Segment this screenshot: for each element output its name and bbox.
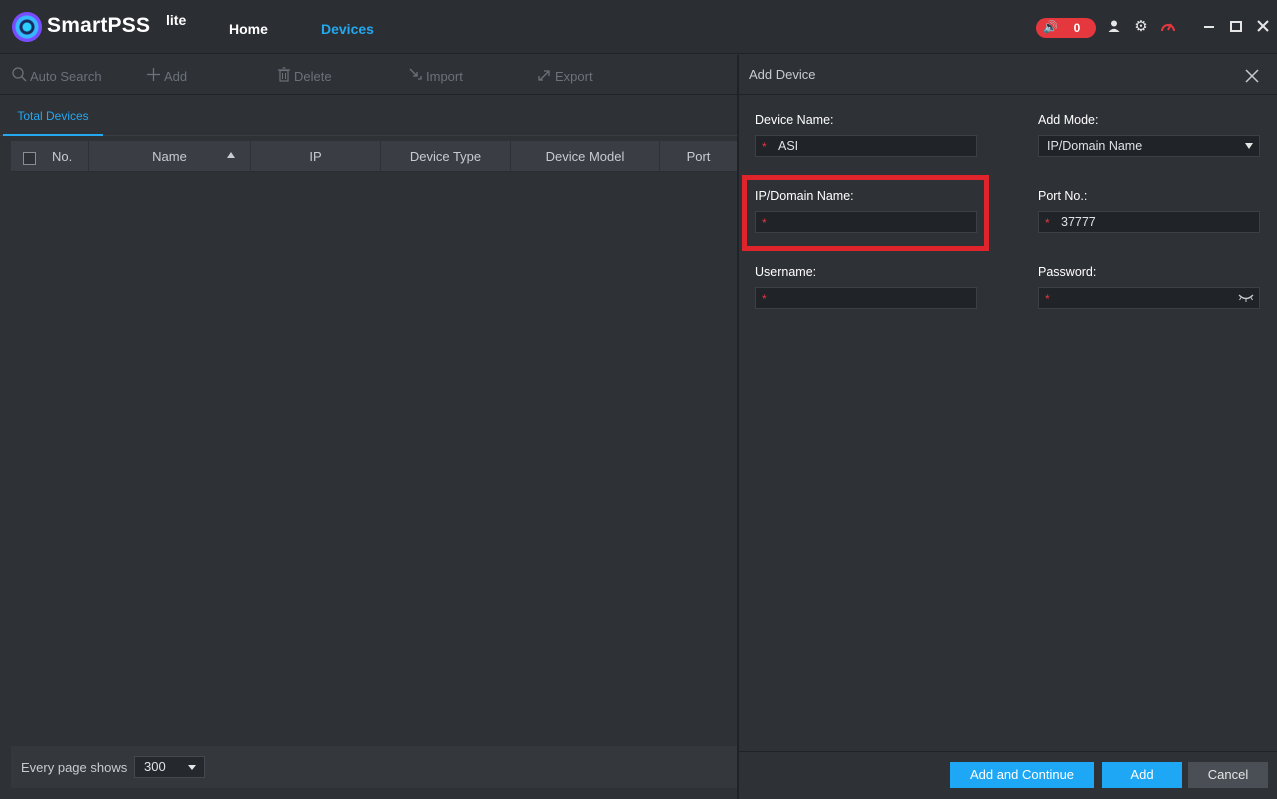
required-mark: * bbox=[762, 292, 767, 306]
delete-button[interactable]: Delete bbox=[277, 67, 332, 85]
plus-icon bbox=[146, 67, 161, 85]
maximize-icon[interactable] bbox=[1228, 19, 1244, 35]
column-ip[interactable]: IP bbox=[251, 141, 381, 172]
column-name-label: Name bbox=[152, 149, 187, 164]
required-mark: * bbox=[762, 216, 767, 230]
add-device-title: Add Device bbox=[749, 67, 816, 82]
add-device-header: Add Device bbox=[739, 55, 1277, 95]
import-icon bbox=[408, 67, 423, 85]
page-size-select[interactable]: 300 bbox=[134, 756, 205, 778]
cancel-button[interactable]: Cancel bbox=[1188, 762, 1268, 788]
auto-search-label: Auto Search bbox=[30, 68, 102, 84]
column-no: No. bbox=[52, 149, 73, 164]
pagination-footer: Every page shows 300 bbox=[11, 746, 737, 788]
close-window-icon[interactable] bbox=[1255, 19, 1271, 35]
add-mode-label: Add Mode: bbox=[1038, 113, 1099, 127]
chevron-down-icon bbox=[188, 765, 196, 770]
title-bar: SmartPSS lite Home Devices 🔊 0 ⚙ bbox=[0, 0, 1277, 54]
add-label: Add bbox=[164, 68, 188, 84]
username-field[interactable]: * bbox=[755, 287, 977, 309]
column-device-type[interactable]: Device Type bbox=[381, 141, 511, 172]
device-name-value: ASI bbox=[778, 139, 799, 153]
column-device-model[interactable]: Device Model bbox=[511, 141, 660, 172]
tab-total-devices[interactable]: Total Devices bbox=[3, 96, 103, 136]
device-toolbar: Auto Search Add Delete Import Export bbox=[0, 55, 737, 95]
add-button-confirm[interactable]: Add bbox=[1102, 762, 1182, 788]
alarm-count: 0 bbox=[1073, 21, 1081, 35]
port-field[interactable]: * 37777 bbox=[1038, 211, 1260, 233]
required-mark: * bbox=[1045, 216, 1050, 230]
import-label: Import bbox=[426, 68, 463, 84]
nav-devices[interactable]: Devices bbox=[321, 21, 374, 37]
password-label: Password: bbox=[1038, 265, 1097, 279]
export-label: Export bbox=[555, 68, 593, 84]
hide-password-icon[interactable] bbox=[1238, 289, 1254, 309]
device-name-label: Device Name: bbox=[755, 113, 834, 127]
chevron-down-icon bbox=[1245, 143, 1253, 149]
add-and-continue-button[interactable]: Add and Continue bbox=[950, 762, 1094, 788]
page-size-label: Every page shows bbox=[21, 760, 128, 775]
username-label: Username: bbox=[755, 265, 817, 279]
auto-search-button[interactable]: Auto Search bbox=[12, 67, 102, 85]
export-icon bbox=[537, 67, 552, 85]
column-select-no: No. bbox=[11, 141, 89, 172]
export-button[interactable]: Export bbox=[537, 67, 593, 85]
port-label: Port No.: bbox=[1038, 189, 1088, 203]
add-button[interactable]: Add bbox=[146, 67, 187, 85]
sort-ascending-icon bbox=[227, 152, 235, 158]
minimize-icon[interactable] bbox=[1201, 19, 1217, 35]
add-device-footer: Add and Continue Add Cancel bbox=[739, 751, 1277, 799]
device-tabs: Total Devices bbox=[0, 96, 737, 136]
speaker-icon: 🔊 bbox=[1043, 20, 1058, 34]
search-icon bbox=[12, 67, 27, 85]
import-button[interactable]: Import bbox=[408, 67, 463, 85]
add-mode-value: IP/Domain Name bbox=[1047, 139, 1143, 153]
column-port[interactable]: Port bbox=[660, 141, 737, 172]
nav-home[interactable]: Home bbox=[229, 21, 268, 37]
page-size-value: 300 bbox=[144, 759, 166, 774]
performance-gauge-icon[interactable] bbox=[1160, 19, 1176, 35]
user-icon[interactable] bbox=[1106, 19, 1122, 35]
required-mark: * bbox=[1045, 292, 1050, 306]
app-logo-icon bbox=[12, 12, 42, 42]
add-device-panel: Add Device Device Name: * ASI Add Mode: … bbox=[739, 55, 1277, 799]
alarm-badge[interactable]: 🔊 0 bbox=[1036, 18, 1096, 38]
password-field[interactable]: * bbox=[1038, 287, 1260, 309]
delete-label: Delete bbox=[294, 68, 332, 84]
ip-domain-label: IP/Domain Name: bbox=[755, 189, 854, 203]
device-name-field[interactable]: * ASI bbox=[755, 135, 977, 157]
app-brand: SmartPSS bbox=[47, 14, 151, 37]
select-all-checkbox[interactable] bbox=[23, 152, 36, 165]
device-table-header: No. Name IP Device Type Device Model Por… bbox=[11, 141, 737, 172]
ip-domain-field[interactable]: * bbox=[755, 211, 977, 233]
app-brand-edition: lite bbox=[166, 12, 187, 28]
port-value: 37777 bbox=[1061, 215, 1096, 229]
close-icon[interactable] bbox=[1245, 63, 1259, 89]
column-name[interactable]: Name bbox=[89, 141, 251, 172]
add-mode-select[interactable]: IP/Domain Name bbox=[1038, 135, 1260, 157]
trash-icon bbox=[277, 67, 291, 85]
gear-icon[interactable]: ⚙ bbox=[1133, 19, 1149, 35]
required-mark: * bbox=[762, 140, 767, 154]
